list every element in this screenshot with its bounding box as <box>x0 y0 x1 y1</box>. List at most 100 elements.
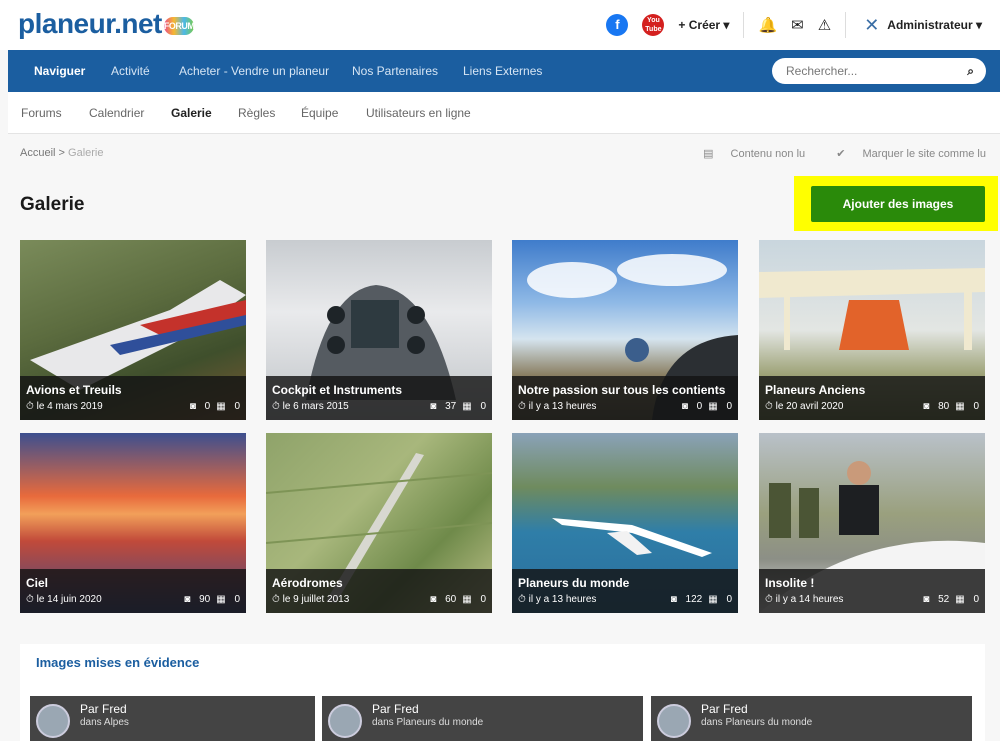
tab-forums[interactable]: Forums <box>21 92 62 134</box>
facebook-icon[interactable]: f <box>606 14 629 36</box>
album-name[interactable]: Avions et Treuils <box>26 383 122 397</box>
album-date-text: le 4 mars 2019 <box>36 401 103 412</box>
album-stats: ◙ 60 ▦ 0 <box>424 594 486 605</box>
main-nav: Naviguer Activité Acheter - Vendre un pl… <box>8 50 1000 92</box>
avatar[interactable] <box>657 704 691 738</box>
album-caption: Avions et Treuils ⏱ le 4 mars 2019 ◙ 0 ▦ … <box>20 376 246 420</box>
warning-icon[interactable]: ⚠ <box>818 16 831 34</box>
page-actions: ▤ Contenu non lu ✔ Marquer le site comme… <box>675 147 986 160</box>
comment-count: 0 <box>234 401 240 412</box>
album-caption: Notre passion sur tous les contients ⏱ i… <box>512 376 738 420</box>
comment-count: 0 <box>973 594 979 605</box>
featured-image-card[interactable]: Par Fred dans Planeurs du monde <box>322 696 643 741</box>
camera-icon: ◙ <box>430 401 437 412</box>
featured-author[interactable]: Par Fred <box>701 702 748 716</box>
unread-content-link[interactable]: ▤ Contenu non lu <box>689 148 805 160</box>
featured-image-card[interactable]: Par Fred dans Planeurs du monde <box>651 696 972 741</box>
album-date: ⏱ il y a 14 heures <box>765 594 844 605</box>
comment-icon: ▦ <box>708 594 718 605</box>
nav-item-activite[interactable]: Activité <box>111 50 150 92</box>
tab-calendrier[interactable]: Calendrier <box>89 92 144 134</box>
breadcrumb-home[interactable]: Accueil <box>20 147 55 159</box>
nav-item-naviguer[interactable]: Naviguer <box>34 50 85 92</box>
add-images-button[interactable]: Ajouter des images <box>811 186 985 222</box>
album-name[interactable]: Aérodromes <box>272 576 343 590</box>
album-name[interactable]: Ciel <box>26 576 48 590</box>
tab-equipe[interactable]: Équipe <box>301 92 338 134</box>
featured-author[interactable]: Par Fred <box>80 702 127 716</box>
album-card[interactable]: Notre passion sur tous les contients ⏱ i… <box>512 240 738 420</box>
featured-album[interactable]: dans Alpes <box>80 717 129 728</box>
nav-item-acheter-vendre[interactable]: Acheter - Vendre un planeur <box>179 50 329 92</box>
search-placeholder: Rechercher... <box>786 64 858 78</box>
search-icon[interactable]: ⌕ <box>967 58 974 84</box>
image-count: 122 <box>685 594 703 605</box>
album-date-text: il y a 14 heures <box>775 594 844 605</box>
album-card[interactable]: Avions et Treuils ⏱ le 4 mars 2019 ◙ 0 ▦ … <box>20 240 246 420</box>
comment-count: 0 <box>480 594 486 605</box>
mark-read-link[interactable]: ✔ Marquer le site comme lu <box>822 148 986 160</box>
youtube-icon[interactable]: You Tube <box>642 14 665 36</box>
avatar[interactable] <box>36 704 70 738</box>
image-count: 60 <box>445 594 457 605</box>
nav-item-liens-externes[interactable]: Liens Externes <box>463 50 542 92</box>
comment-icon: ▦ <box>462 594 472 605</box>
nav-item-partenaires[interactable]: Nos Partenaires <box>352 50 438 92</box>
user-menu-button[interactable]: Administrateur ▾ <box>887 18 982 32</box>
featured-album[interactable]: dans Planeurs du monde <box>701 717 812 728</box>
featured-image-card[interactable]: Par Fred dans Alpes <box>30 696 315 741</box>
album-date: ⏱ il y a 13 heures <box>518 594 597 605</box>
album-card[interactable]: Planeurs Anciens ⏱ le 20 avril 2020 ◙ 80… <box>759 240 985 420</box>
divider <box>845 12 847 38</box>
album-stats: ◙ 122 ▦ 0 <box>665 594 732 605</box>
top-actions: f You Tube + Créer ▾ 🔔 ✉ ⚠ ✕ Administrat… <box>592 12 982 38</box>
album-name[interactable]: Planeurs du monde <box>518 576 629 590</box>
image-count: 90 <box>199 594 211 605</box>
album-card[interactable]: Cockpit et Instruments ⏱ le 6 mars 2015 … <box>266 240 492 420</box>
album-caption: Planeurs Anciens ⏱ le 20 avril 2020 ◙ 80… <box>759 376 985 420</box>
search-input[interactable]: Rechercher... ⌕ <box>772 58 986 84</box>
image-count: 37 <box>445 401 457 412</box>
breadcrumb-current: Galerie <box>68 147 104 159</box>
album-date-text: le 9 juillet 2013 <box>282 594 350 605</box>
album-caption: Cockpit et Instruments ⏱ le 6 mars 2015 … <box>266 376 492 420</box>
album-name[interactable]: Planeurs Anciens <box>765 383 865 397</box>
unread-content-label: Contenu non lu <box>730 148 806 160</box>
album-name[interactable]: Notre passion sur tous les contients <box>518 383 725 397</box>
album-caption: Aérodromes ⏱ le 9 juillet 2013 ◙ 60 ▦ 0 <box>266 569 492 613</box>
album-date-text: le 14 juin 2020 <box>36 594 102 605</box>
album-card[interactable]: Ciel ⏱ le 14 juin 2020 ◙ 90 ▦ 0 <box>20 433 246 613</box>
album-card[interactable]: Planeurs du monde ⏱ il y a 13 heures ◙ 1… <box>512 433 738 613</box>
album-name[interactable]: Cockpit et Instruments <box>272 383 402 397</box>
album-card[interactable]: Insolite ! ⏱ il y a 14 heures ◙ 52 ▦ 0 <box>759 433 985 613</box>
camera-icon: ◙ <box>189 401 196 412</box>
camera-icon: ◙ <box>681 401 688 412</box>
featured-album[interactable]: dans Planeurs du monde <box>372 717 483 728</box>
comment-icon: ▦ <box>955 401 965 412</box>
page: planeur.net FORUM f You Tube + Créer ▾ 🔔 … <box>0 0 1000 741</box>
avatar[interactable] <box>328 704 362 738</box>
facebook-label: f <box>615 17 620 32</box>
album-card[interactable]: Aérodromes ⏱ le 9 juillet 2013 ◙ 60 ▦ 0 <box>266 433 492 613</box>
image-count: 0 <box>204 401 211 412</box>
album-stats: ◙ 0 ▦ 0 <box>184 401 240 412</box>
create-menu-button[interactable]: + Créer ▾ <box>678 18 729 32</box>
album-stats: ◙ 90 ▦ 0 <box>178 594 240 605</box>
site-logo[interactable]: planeur.net FORUM <box>18 8 195 40</box>
tab-galerie[interactable]: Galerie <box>171 92 212 134</box>
bell-icon[interactable]: 🔔 <box>758 16 777 34</box>
envelope-icon[interactable]: ✉ <box>791 16 804 34</box>
tab-utilisateurs-en-ligne[interactable]: Utilisateurs en ligne <box>366 92 471 134</box>
album-date-text: il y a 13 heures <box>528 401 597 412</box>
camera-icon: ◙ <box>670 594 677 605</box>
album-stats: ◙ 52 ▦ 0 <box>917 594 979 605</box>
tab-regles[interactable]: Règles <box>238 92 275 134</box>
comment-icon: ▦ <box>462 401 472 412</box>
camera-icon: ◙ <box>184 594 191 605</box>
forum-badge-text: FORUM <box>163 21 195 31</box>
album-name[interactable]: Insolite ! <box>765 576 814 590</box>
camera-icon: ◙ <box>923 401 930 412</box>
featured-author[interactable]: Par Fred <box>372 702 419 716</box>
album-date: ⏱ le 4 mars 2019 <box>26 401 103 412</box>
sub-nav: Forums Calendrier Galerie Règles Équipe … <box>8 92 1000 134</box>
